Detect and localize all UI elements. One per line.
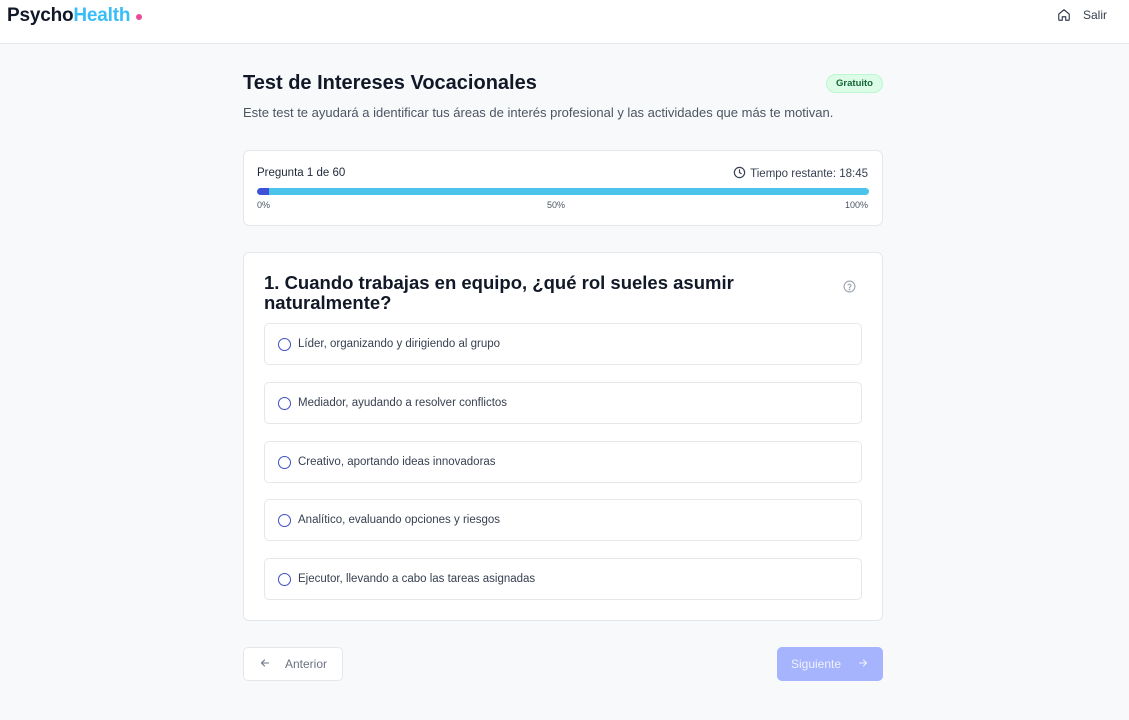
answer-option-creative[interactable]: Creativo, aportando ideas innovadoras	[264, 441, 862, 483]
answer-option-executor[interactable]: Ejecutor, llevando a cabo las tareas asi…	[264, 558, 862, 600]
radio-button[interactable]	[278, 572, 291, 586]
brand-dot	[136, 13, 143, 20]
progress-card: Pregunta 1 de 60 Tiempo restante: 18:45 …	[243, 150, 883, 226]
test-title: Test de Intereses Vocacionales	[243, 72, 537, 94]
brand-name-part2: Health	[73, 5, 131, 26]
test-description: Este test te ayudará a identificar tus á…	[243, 105, 834, 120]
exit-button[interactable]: Salir	[1057, 8, 1107, 22]
question-card: 1. Cuando trabajas en equipo, ¿qué rol s…	[243, 252, 883, 621]
progress-tick-50: 50%	[547, 200, 566, 210]
home-icon	[1057, 8, 1071, 22]
timer-label: Tiempo restante: 18:45	[750, 168, 868, 180]
brand-logo[interactable]: Psycho Health	[7, 5, 143, 27]
answer-label: Mediador, ayudando a resolver conflictos	[298, 397, 508, 409]
previous-label: Anterior	[284, 657, 328, 671]
answer-label: Ejecutor, llevando a cabo las tareas asi…	[298, 573, 536, 585]
help-circle-icon[interactable]	[843, 280, 856, 298]
answer-label: Líder, organizando y dirigiendo al grupo	[298, 338, 501, 350]
radio-button[interactable]	[278, 337, 291, 351]
question-counter: Pregunta 1 de 60	[257, 167, 346, 179]
answer-option-analytical[interactable]: Analítico, evaluando opciones y riesgos	[264, 499, 862, 541]
previous-button[interactable]: Anterior	[243, 647, 343, 681]
answer-label: Analítico, evaluando opciones y riesgos	[298, 514, 501, 526]
radio-button[interactable]	[278, 513, 291, 527]
arrow-left-icon	[259, 657, 271, 672]
progress-tick-100: 100%	[844, 200, 868, 210]
answer-label: Creativo, aportando ideas innovadoras	[298, 456, 496, 468]
next-button[interactable]: Siguiente	[777, 647, 883, 681]
progress-bar-fill	[257, 188, 270, 195]
next-label: Siguiente	[790, 657, 842, 671]
exit-label: Salir	[1082, 8, 1107, 22]
radio-button[interactable]	[278, 455, 291, 469]
answer-option-leader[interactable]: Líder, organizando y dirigiendo al grupo	[264, 323, 862, 365]
clock-icon	[733, 166, 746, 182]
timer: Tiempo restante: 18:45	[733, 166, 868, 182]
progress-bar	[257, 188, 869, 195]
answer-option-mediator[interactable]: Mediador, ayudando a resolver conflictos	[264, 382, 862, 424]
question-text: 1. Cuando trabajas en equipo, ¿qué rol s…	[264, 272, 734, 313]
radio-button[interactable]	[278, 396, 291, 410]
free-badge: Gratuito	[826, 74, 883, 93]
test-header: Test de Intereses Vocacionales Gratuito …	[243, 71, 883, 120]
brand-name-part1: Psycho	[7, 5, 74, 26]
progress-tick-0: 0%	[257, 200, 271, 210]
top-navbar: Psycho Health Salir	[0, 0, 1129, 44]
arrow-right-icon	[857, 657, 869, 672]
